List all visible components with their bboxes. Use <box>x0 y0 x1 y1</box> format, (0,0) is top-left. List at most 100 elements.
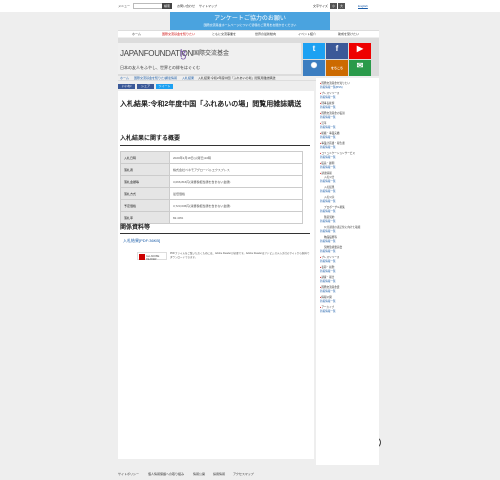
sidebar-item[interactable]: プレスリリース <box>320 256 339 259</box>
sidebar-rss-link[interactable]: 新着情報一覧 <box>320 280 336 283</box>
sidebar-item[interactable]: コミュニケーションサービス <box>320 152 355 155</box>
breadcrumb-home[interactable]: ホーム <box>120 76 129 80</box>
sidebar-rss-link[interactable]: 新着情報一覧 <box>320 136 336 139</box>
sidebar-item[interactable]: 組織・事業実績 <box>320 132 339 135</box>
main-content <box>118 91 314 459</box>
youtube-icon[interactable]: ▶ <box>349 43 371 59</box>
sidebar-rss-link[interactable]: 新着情報一覧 <box>320 310 336 313</box>
logo-jp: 国際交流基金 <box>193 51 230 57</box>
sidebar-item[interactable]: 国際交流基金を知りたい <box>320 82 350 85</box>
sidebar-rss-link[interactable]: 新着情報一覧 <box>320 146 336 149</box>
sidebar-item[interactable]: 調査・報告 <box>320 276 334 279</box>
globe-icon[interactable]: ✺ <box>303 60 325 76</box>
table-row: 落札者 株式会社ベネモアグローバルエクスプレス <box>120 163 303 176</box>
nav-world[interactable]: 世界の最新動向 <box>255 32 276 36</box>
search-input[interactable] <box>133 3 163 9</box>
english-link[interactable]: English <box>358 4 368 8</box>
sidebar-item[interactable]: 物品役務等 <box>324 236 337 239</box>
sidebar-item[interactable]: 随意契約 <box>324 216 334 219</box>
sidebar-rss-link[interactable]: 新着情報一覧 <box>320 180 336 183</box>
nav-about[interactable]: 国際交流基金を知りたい <box>162 32 195 36</box>
font-size-label: 文字サイズ <box>313 4 328 8</box>
share-button[interactable]: シェア <box>137 84 154 89</box>
sidebar-item[interactable]: 入札公告 <box>324 176 334 179</box>
like-button[interactable]: いいね! <box>118 84 135 89</box>
footer-link[interactable]: 採用情報 <box>213 472 225 476</box>
sidebar-rss-link[interactable]: 新着情報一覧 <box>320 230 336 233</box>
page-title: 入札結果:令和2年度中国「ふれあいの場」閲覧用雑誌購送 <box>120 101 302 108</box>
nav-home[interactable]: ホーム <box>132 32 141 36</box>
global-nav: ホーム 国際交流基金を知りたい ともに交流事業を 世界の最新動向 イベント紹介 … <box>118 30 379 37</box>
font-large-button[interactable]: 大 <box>338 3 345 9</box>
contact-link[interactable]: お問い合わせ <box>177 4 195 8</box>
footer-link[interactable]: サイトポリシー <box>118 472 139 476</box>
breadcrumb-results[interactable]: 入札結果 <box>182 76 194 80</box>
adobe-icon <box>139 254 145 260</box>
survey-banner[interactable]: アンケートご協力のお願い 国際交流基金ホームページについて皆様のご意見をお聞かせ… <box>170 12 330 32</box>
sidebar-item[interactable]: 入札結果 <box>324 186 334 189</box>
sidebar-item[interactable]: プレスリリース <box>320 92 339 95</box>
utility-bar: メニュー 検索 お問い合わせ サイトマップ 文字サイズ 小 大 English <box>0 0 500 12</box>
tweet-button[interactable]: ツイート <box>156 84 173 89</box>
sidebar-item[interactable]: アーカイブ <box>320 306 334 309</box>
sidebar-item[interactable]: 情報公開 <box>320 296 331 299</box>
sidebar-rss-link[interactable]: 新着情報一覧 <box>320 260 336 263</box>
divider <box>120 145 310 146</box>
sidebar-item[interactable]: 公共調達の適正化に向けた取組 <box>324 226 360 229</box>
breadcrumb-procurement[interactable]: 調達情報 <box>165 76 177 80</box>
section-documents-heading: 関係資料等 <box>120 225 151 231</box>
footer-link[interactable]: 個人情報保護への取り組み <box>148 472 184 476</box>
magazine-icon[interactable]: をちこち <box>326 60 348 76</box>
sidebar-item[interactable]: 国際交流基金の役割 <box>320 112 344 115</box>
sidebar-rss-link[interactable]: 新着情報一覧 <box>320 116 336 119</box>
sidebar-item[interactable]: 表彰・叙勲 <box>320 266 334 269</box>
sidebar-rss-link[interactable]: 新着情報一覧 <box>320 300 336 303</box>
sidebar-item[interactable]: 事業計画書・報告書 <box>320 142 344 145</box>
search-button[interactable]: 検索 <box>162 3 172 9</box>
breadcrumb-about[interactable]: 国際交流基金を知りたい <box>134 76 167 80</box>
adobe-reader-button[interactable]: Get ADOBE READER <box>137 252 167 261</box>
tagline: 日本の友人をふやし、世界との絆をはぐくむ <box>120 65 200 70</box>
sidebar-rss-link[interactable]: 新着情報一覧 <box>320 220 336 223</box>
sidebar-rss-link[interactable]: 新着情報一覧 <box>320 210 336 213</box>
sidebar-rss-link[interactable]: 新着情報一覧 <box>320 166 336 169</box>
sidebar-item[interactable]: 契約監視委員会 <box>324 246 342 249</box>
table-row: 落札金額等 3,066,816円(消費税相当額を含まない金額) <box>120 175 303 188</box>
table-row: 予定価格 3,723,036円(消費税相当額を含まない金額) <box>120 199 303 212</box>
sidebar-item[interactable]: 国際交流基金賞 <box>320 286 339 289</box>
sidebar-item[interactable]: 沿革 <box>320 122 326 125</box>
sidebar-item[interactable]: プロポーザル募集 <box>324 206 345 209</box>
mail-icon[interactable]: ✉ <box>349 60 371 76</box>
sidebar-rss-link[interactable]: 新着情報一覧 <box>320 250 336 253</box>
twitter-icon[interactable]: t <box>303 43 325 59</box>
sitemap-link[interactable]: サイトマップ <box>199 4 217 8</box>
footer: サイトポリシー 個人情報保護への取り組み 情報公開 採用情報 アクセスマップ <box>118 470 379 478</box>
sidebar-rss-link[interactable]: 新着情報一覧 <box>320 200 336 203</box>
sidebar-rss-link[interactable]: 新着情報一覧 <box>320 106 336 109</box>
nav-programs[interactable]: ともに交流事業を <box>212 32 236 36</box>
sidebar-rss-link[interactable]: 新着情報一覧 <box>320 290 336 293</box>
sidebar-rss-link[interactable]: 新着情報一覧(RSS) <box>320 86 343 89</box>
section-summary-heading: 入札結果に関する概要 <box>120 136 181 142</box>
footer-link[interactable]: アクセスマップ <box>233 472 254 476</box>
sidebar-rss-link[interactable]: 新着情報一覧 <box>320 190 336 193</box>
sidebar-item[interactable]: 理事長挨拶 <box>320 102 334 105</box>
nav-grants[interactable]: 助成を受けたい <box>338 32 359 36</box>
nav-events[interactable]: イベント紹介 <box>298 32 316 36</box>
sidebar-rss-link[interactable]: 新着情報一覧 <box>320 270 336 273</box>
breadcrumb-current: 入札結果:令和2年度中国「ふれあいの場」閲覧用雑誌購送 <box>198 76 276 80</box>
sidebar-rss-link[interactable]: 新着情報一覧 <box>320 126 336 129</box>
facebook-icon[interactable]: f <box>326 43 348 59</box>
sidebar-rss-link[interactable]: 新着情報一覧 <box>320 156 336 159</box>
table-row: 落札率 82.40% <box>120 211 303 224</box>
pdf-download-link[interactable]: 入札結果[PDF:36KB] <box>123 238 160 243</box>
sidebar-rss-link[interactable]: 新着情報一覧 <box>320 96 336 99</box>
adobe-note: PDFファイルをご覧いただくためには、Adobe Readerが必要です。Ado… <box>170 252 310 259</box>
sidebar-rss-link[interactable]: 新着情報一覧 <box>320 240 336 243</box>
footer-link[interactable]: 情報公開 <box>193 472 205 476</box>
menu-link[interactable]: メニュー <box>118 4 130 8</box>
sidebar-item[interactable]: 調達情報 <box>320 172 331 175</box>
sidebar-item[interactable]: 役員・顧問 <box>320 162 334 165</box>
sidebar-item[interactable]: 入札公示 <box>324 196 334 199</box>
font-small-button[interactable]: 小 <box>330 3 337 9</box>
